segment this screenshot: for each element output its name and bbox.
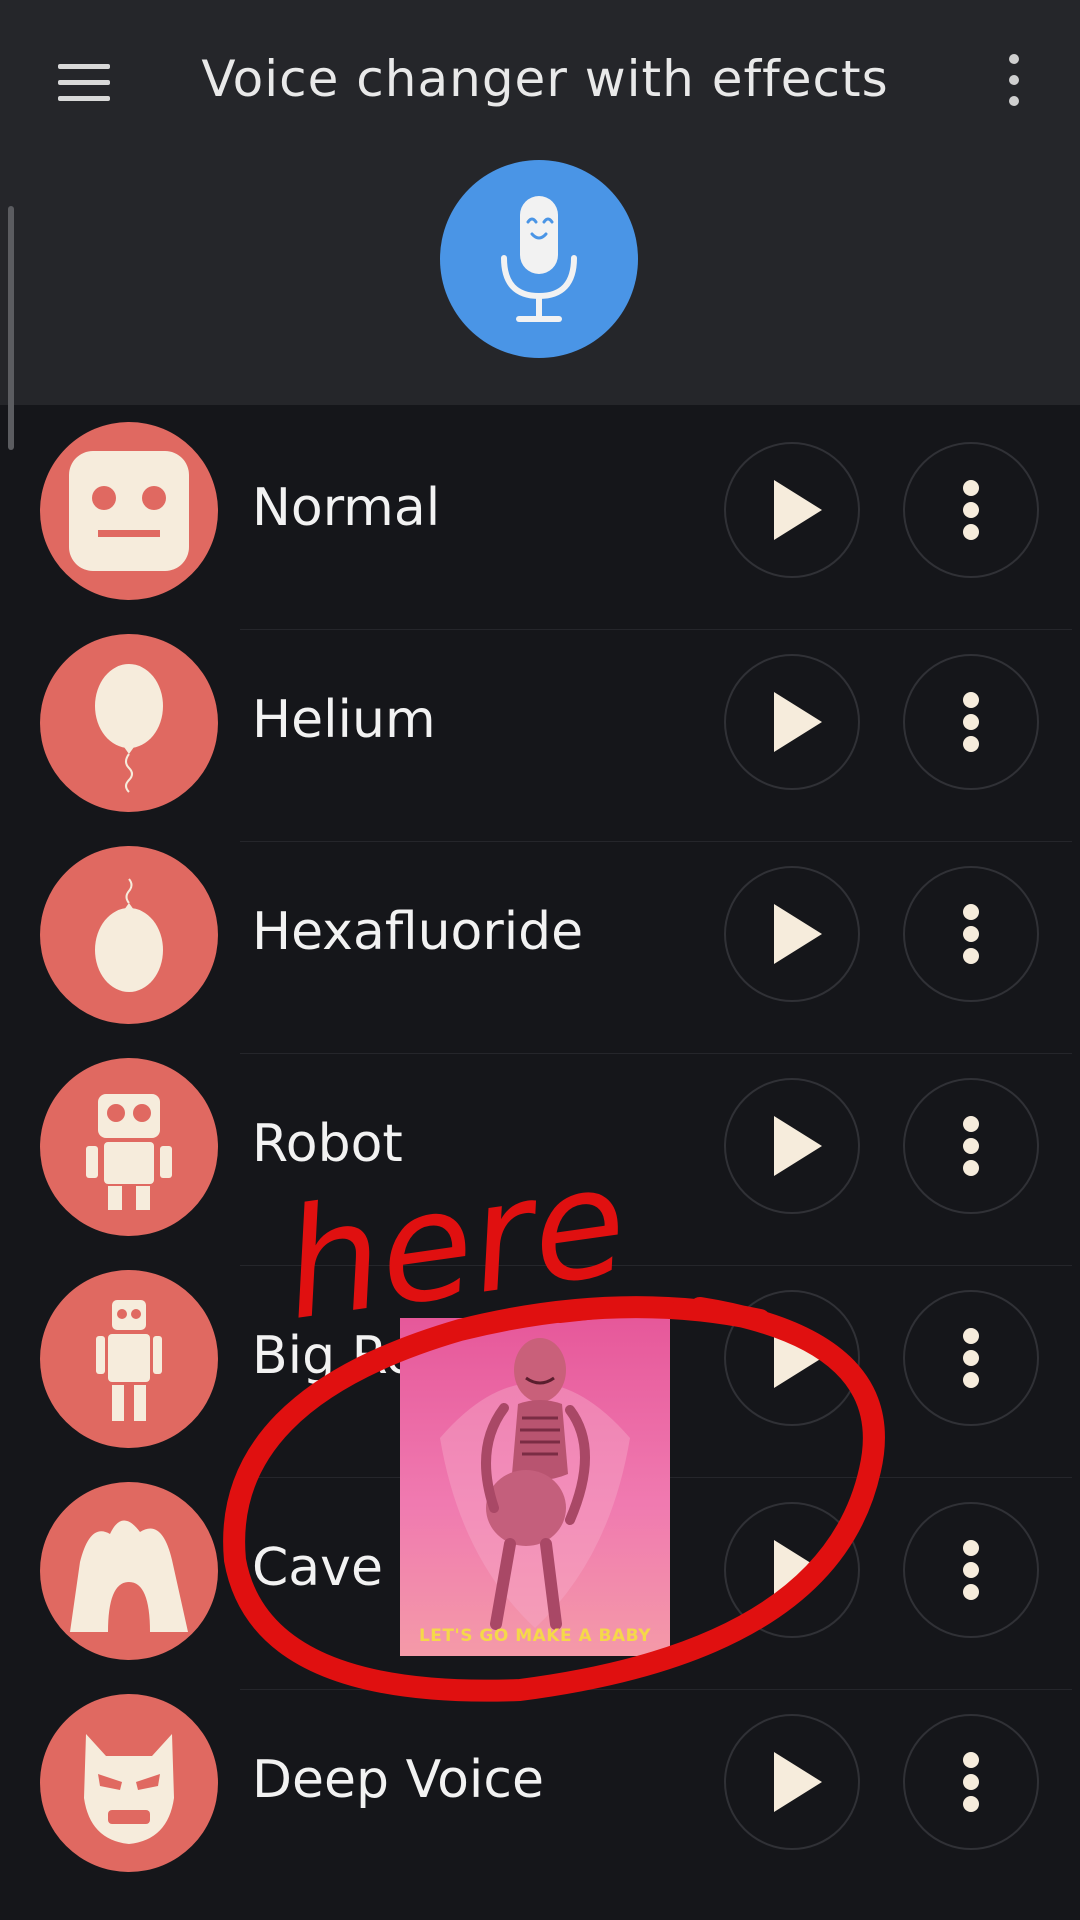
play-button[interactable] — [724, 1290, 860, 1426]
effect-icon-helium — [40, 634, 218, 812]
effect-row-deep-voice[interactable]: Deep Voice — [0, 1690, 1080, 1902]
effect-icon-robot — [40, 1058, 218, 1236]
effect-icon-normal — [40, 422, 218, 600]
masked-face-icon — [84, 1734, 174, 1844]
effect-icon-hexafluoride — [40, 846, 218, 1024]
play-button[interactable] — [724, 1078, 860, 1214]
effect-row-helium[interactable]: Helium — [0, 630, 1080, 842]
effect-icon-cave — [40, 1482, 218, 1660]
robot-icon — [86, 1094, 172, 1210]
more-options-button[interactable] — [903, 1078, 1039, 1214]
overflow-menu-icon[interactable] — [995, 50, 1031, 110]
hamburger-menu-icon[interactable] — [50, 58, 118, 106]
more-options-button[interactable] — [903, 654, 1039, 790]
vertical-dots-icon — [963, 1540, 979, 1600]
vertical-dots-icon — [963, 1752, 979, 1812]
effect-icon-big-robot — [40, 1270, 218, 1448]
effect-row-normal[interactable]: Normal — [0, 418, 1080, 630]
effect-label: Big Ro — [252, 1326, 418, 1386]
dancing-skeleton-figure — [440, 1338, 630, 1630]
vertical-dots-icon — [963, 480, 979, 540]
play-icon — [774, 1540, 822, 1600]
effect-label: Helium — [252, 690, 436, 750]
app-title: Voice changer with effects — [201, 50, 889, 108]
cave-icon — [70, 1520, 188, 1632]
play-icon — [774, 480, 822, 540]
big-robot-icon — [96, 1300, 162, 1421]
vertical-dots-icon — [963, 1116, 979, 1176]
more-options-button[interactable] — [903, 1714, 1039, 1850]
effect-label: Robot — [252, 1114, 403, 1174]
overlay-caption: LET'S GO MAKE A BABY — [418, 1626, 652, 1646]
vertical-dots-icon — [963, 692, 979, 752]
effect-icon-deep-voice — [40, 1694, 218, 1872]
overlay-sticker-video: LET'S GO MAKE A BABY — [400, 1318, 670, 1656]
play-button[interactable] — [724, 1502, 860, 1638]
play-icon — [774, 692, 822, 752]
app-bar: Voice changer with effects — [0, 0, 1080, 405]
play-button[interactable] — [724, 442, 860, 578]
more-options-button[interactable] — [903, 866, 1039, 1002]
play-icon — [774, 1752, 822, 1812]
scroll-indicator[interactable] — [8, 206, 14, 450]
play-button[interactable] — [724, 654, 860, 790]
vertical-dots-icon — [963, 904, 979, 964]
record-button[interactable] — [440, 160, 638, 358]
more-options-button[interactable] — [903, 1502, 1039, 1638]
effect-label: Deep Voice — [252, 1750, 544, 1810]
play-button[interactable] — [724, 1714, 860, 1850]
effect-label: Hexafluoride — [252, 902, 584, 962]
more-options-button[interactable] — [903, 1290, 1039, 1426]
robot-face-icon — [69, 451, 189, 571]
effect-row-hexafluoride[interactable]: Hexafluoride — [0, 842, 1080, 1054]
more-options-button[interactable] — [903, 442, 1039, 578]
effect-label: Normal — [252, 478, 441, 538]
heavy-balloon-icon — [95, 878, 163, 992]
balloon-icon — [95, 664, 163, 793]
effect-row-robot[interactable]: Robot — [0, 1054, 1080, 1266]
play-icon — [774, 1328, 822, 1388]
play-icon — [774, 1116, 822, 1176]
vertical-dots-icon — [963, 1328, 979, 1388]
microphone-icon — [501, 196, 577, 322]
play-button[interactable] — [724, 866, 860, 1002]
play-icon — [774, 904, 822, 964]
effect-label: Cave — [252, 1538, 383, 1598]
